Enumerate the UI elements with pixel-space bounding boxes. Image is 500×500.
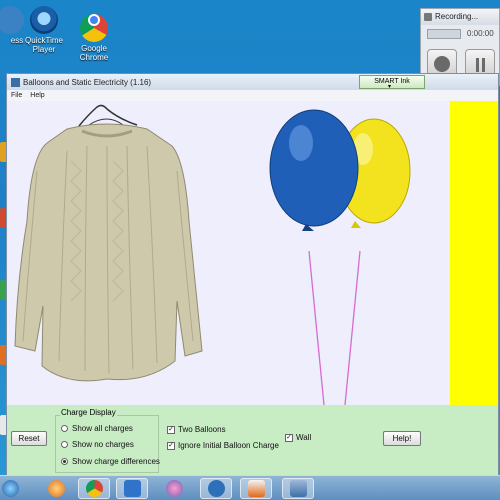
radio-button[interactable]: [61, 425, 68, 432]
desktop-icon-label: Chrome: [79, 53, 109, 62]
record-icon: [434, 56, 450, 72]
sim-window: Balloons and Static Electricity (1.16) S…: [6, 73, 499, 475]
taskbar-network[interactable]: [158, 478, 190, 499]
menu-bar: File Help: [7, 90, 498, 101]
quicktime-icon: [30, 6, 58, 34]
taskbar-smart-notebook[interactable]: [116, 478, 148, 499]
checkbox-two-balloons[interactable]: ✓ Two Balloons: [167, 425, 226, 434]
wall: [450, 101, 498, 405]
smart-notebook-icon: [123, 480, 141, 497]
checkbox[interactable]: ✓: [285, 433, 293, 442]
desktop-icon-label: Google: [81, 44, 107, 53]
checkbox-label: Two Balloons: [178, 425, 226, 434]
media-player-icon: [47, 480, 65, 497]
radio-show-no-charges[interactable]: Show no charges: [61, 440, 134, 449]
menu-file[interactable]: File: [11, 90, 22, 101]
radio-label: Show charge differences: [72, 457, 160, 466]
chrome-icon: [80, 14, 108, 42]
recorder-time: 0:00:00: [467, 29, 494, 38]
help-button[interactable]: Help!: [383, 431, 421, 446]
radio-label: Show all charges: [72, 424, 133, 433]
desktop-icon-chrome[interactable]: Google Chrome: [64, 6, 124, 62]
menu-help[interactable]: Help: [30, 90, 44, 101]
network-icon: [165, 480, 183, 497]
chevron-down-icon: ▾: [388, 84, 392, 90]
smart-ink-button[interactable]: SMART Ink ▾: [359, 75, 425, 90]
phet-sim-icon: [289, 480, 307, 497]
radio-button[interactable]: [61, 458, 68, 465]
checkbox-label: Ignore Initial Balloon Charge: [178, 441, 279, 450]
chrome-icon: [85, 480, 103, 497]
blue-balloon[interactable]: [269, 109, 359, 231]
taskbar: [0, 475, 500, 500]
radio-show-charge-differences[interactable]: Show charge differences: [61, 457, 160, 466]
reset-button[interactable]: Reset: [11, 431, 47, 446]
checkbox-ignore-initial-charge[interactable]: ✓ Ignore Initial Balloon Charge: [167, 441, 279, 450]
pause-icon: [476, 58, 479, 72]
blue-balloon-string: [308, 250, 325, 405]
checkbox-label: Wall: [296, 433, 312, 442]
recorder-dropdown[interactable]: [427, 29, 461, 39]
smart-ink-label: SMART Ink: [374, 78, 410, 85]
taskbar-chrome[interactable]: [78, 478, 110, 499]
recorder-title-bar[interactable]: Recording...: [421, 9, 499, 25]
charge-display-group: Charge Display Show all charges Show no …: [55, 408, 160, 473]
radio-show-all-charges[interactable]: Show all charges: [61, 424, 133, 433]
java-icon: [247, 480, 265, 497]
taskbar-user-group[interactable]: [200, 478, 232, 499]
radio-label: Show no charges: [72, 440, 134, 449]
start-icon: [1, 480, 19, 497]
control-panel: Reset Charge Display Show all charges Sh…: [7, 405, 498, 475]
taskbar-java[interactable]: [240, 478, 272, 499]
simulation-area: [7, 101, 498, 405]
taskbar-media-player[interactable]: [40, 478, 72, 499]
checkbox-wall[interactable]: ✓ Wall: [285, 433, 311, 442]
sweater[interactable]: [14, 104, 203, 382]
recorder-app-icon: [424, 13, 432, 21]
pause-icon: [482, 58, 485, 72]
user-group-icon: [207, 480, 225, 497]
checkbox[interactable]: ✓: [167, 425, 175, 434]
yellow-balloon-string: [344, 250, 361, 405]
window-title: Balloons and Static Electricity (1.16): [23, 77, 152, 87]
radio-button[interactable]: [61, 441, 68, 448]
app-icon: [11, 77, 20, 87]
charge-display-title: Charge Display: [60, 408, 117, 417]
recorder-title: Recording...: [435, 12, 479, 21]
taskbar-start[interactable]: [0, 478, 20, 499]
checkbox[interactable]: ✓: [167, 441, 175, 450]
sim-canvas: [14, 104, 411, 405]
taskbar-phet-sim[interactable]: [282, 478, 314, 499]
